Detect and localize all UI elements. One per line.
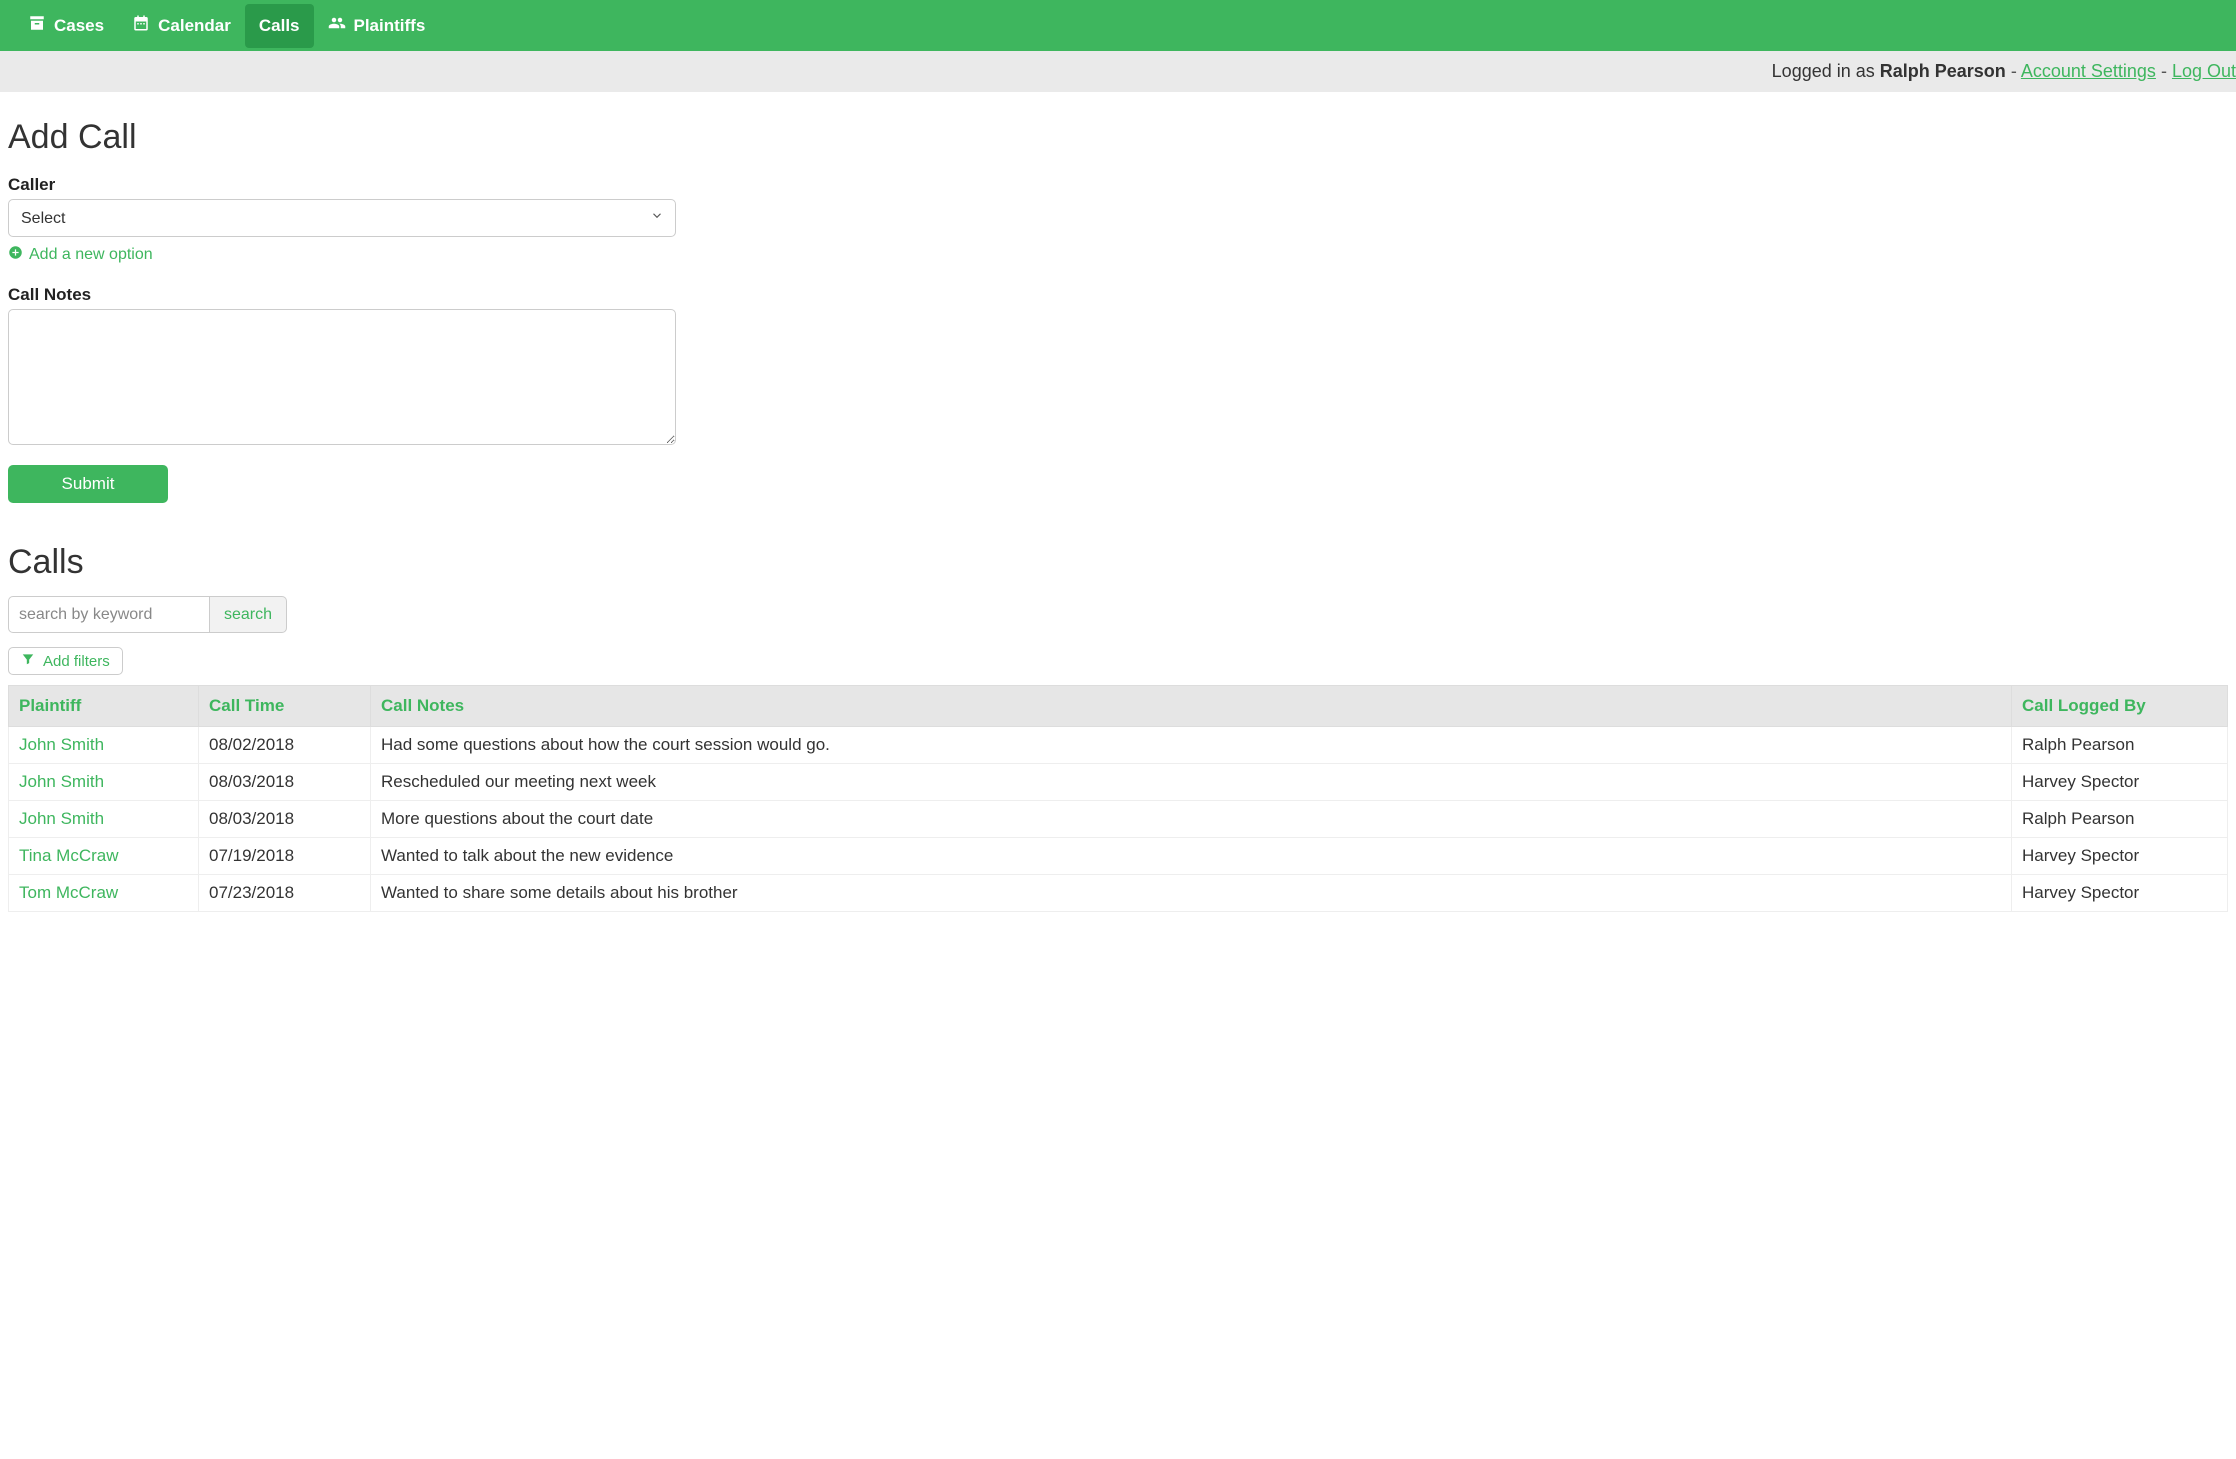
search-input[interactable] xyxy=(8,596,210,633)
caller-select[interactable]: Select xyxy=(8,199,676,237)
nav-label: Calls xyxy=(259,16,300,36)
calls-table: Plaintiff Call Time Call Notes Call Logg… xyxy=(8,685,2228,912)
search-row: search xyxy=(8,596,2228,633)
add-filters-label: Add filters xyxy=(43,653,110,670)
archive-icon xyxy=(28,14,46,37)
cell-logged-by: Ralph Pearson xyxy=(2012,801,2228,838)
table-row: John Smith 08/03/2018More questions about… xyxy=(9,801,2228,838)
users-icon xyxy=(328,14,346,37)
table-row: John Smith 08/02/2018Had some questions a… xyxy=(9,727,2228,764)
plaintiff-link[interactable]: John Smith xyxy=(19,809,104,828)
table-row: John Smith 08/03/2018Rescheduled our meet… xyxy=(9,764,2228,801)
plaintiff-link[interactable]: Tom McCraw xyxy=(19,883,118,902)
cell-call-time: 08/03/2018 xyxy=(199,764,371,801)
col-header-plaintiff[interactable]: Plaintiff xyxy=(9,686,199,727)
cell-logged-by: Harvey Spector xyxy=(2012,764,2228,801)
table-row: Tom McCraw 07/23/2018Wanted to share some… xyxy=(9,875,2228,912)
nav-label: Cases xyxy=(54,16,104,36)
cell-call-time: 08/02/2018 xyxy=(199,727,371,764)
cell-logged-by: Harvey Spector xyxy=(2012,838,2228,875)
user-bar: Logged in as Ralph Pearson - Account Set… xyxy=(0,51,2236,92)
plus-circle-icon xyxy=(8,245,23,265)
calendar-icon xyxy=(132,14,150,37)
nav-item-plaintiffs[interactable]: Plaintiffs xyxy=(314,2,440,49)
nav-label: Calendar xyxy=(158,16,231,36)
page-title: Add Call xyxy=(8,118,2228,157)
call-notes-label: Call Notes xyxy=(8,285,2228,305)
nav-label: Plaintiffs xyxy=(354,16,426,36)
cell-call-time: 07/23/2018 xyxy=(199,875,371,912)
logout-link[interactable]: Log Out xyxy=(2172,61,2236,81)
section-title: Calls xyxy=(8,543,2228,582)
call-notes-input[interactable] xyxy=(8,309,676,445)
add-new-option-label: Add a new option xyxy=(29,246,153,264)
table-header-row: Plaintiff Call Time Call Notes Call Logg… xyxy=(9,686,2228,727)
logged-in-user: Ralph Pearson xyxy=(1880,61,2006,81)
add-new-option-link[interactable]: Add a new option xyxy=(8,245,153,265)
account-settings-link[interactable]: Account Settings xyxy=(2021,61,2156,81)
nav-item-cases[interactable]: Cases xyxy=(14,2,118,49)
cell-call-notes: More questions about the court date xyxy=(371,801,2012,838)
cell-call-notes: Rescheduled our meeting next week xyxy=(371,764,2012,801)
search-button[interactable]: search xyxy=(210,596,287,633)
cell-call-time: 08/03/2018 xyxy=(199,801,371,838)
top-navbar: Cases Calendar Calls Plaintiffs xyxy=(0,0,2236,51)
submit-button[interactable]: Submit xyxy=(8,465,168,503)
caller-select-wrap: Select xyxy=(8,199,676,237)
plaintiff-link[interactable]: John Smith xyxy=(19,772,104,791)
cell-call-notes: Wanted to share some details about his b… xyxy=(371,875,2012,912)
col-header-logged-by[interactable]: Call Logged By xyxy=(2012,686,2228,727)
caller-label: Caller xyxy=(8,175,2228,195)
col-header-call-notes[interactable]: Call Notes xyxy=(371,686,2012,727)
separator: - xyxy=(2161,61,2172,81)
cell-call-time: 07/19/2018 xyxy=(199,838,371,875)
main-content: Add Call Caller Select Add a new option … xyxy=(0,92,2236,952)
plaintiff-link[interactable]: John Smith xyxy=(19,735,104,754)
separator: - xyxy=(2011,61,2021,81)
nav-item-calls[interactable]: Calls xyxy=(245,4,314,48)
table-row: Tina McCraw 07/19/2018Wanted to talk abou… xyxy=(9,838,2228,875)
add-filters-button[interactable]: Add filters xyxy=(8,647,123,675)
cell-call-notes: Wanted to talk about the new evidence xyxy=(371,838,2012,875)
cell-call-notes: Had some questions about how the court s… xyxy=(371,727,2012,764)
nav-item-calendar[interactable]: Calendar xyxy=(118,2,245,49)
filter-icon xyxy=(21,652,35,670)
plaintiff-link[interactable]: Tina McCraw xyxy=(19,846,119,865)
col-header-call-time[interactable]: Call Time xyxy=(199,686,371,727)
logged-in-prefix: Logged in as xyxy=(1772,61,1880,81)
cell-logged-by: Ralph Pearson xyxy=(2012,727,2228,764)
cell-logged-by: Harvey Spector xyxy=(2012,875,2228,912)
